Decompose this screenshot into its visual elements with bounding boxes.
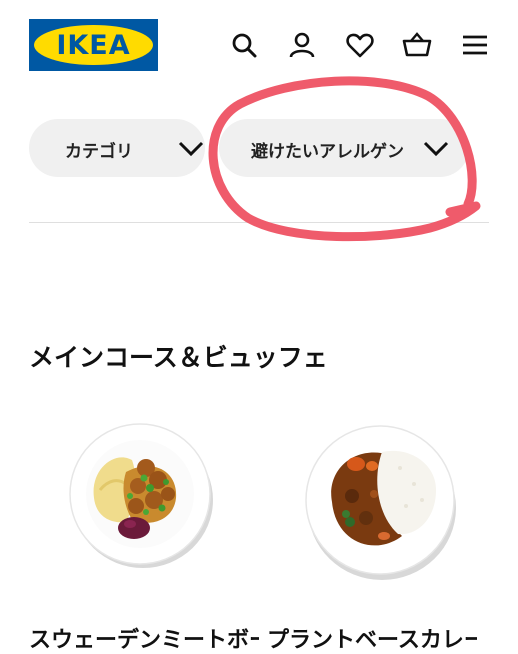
- category-filter-label: カテゴリ: [65, 142, 133, 162]
- product-image-meatballs[interactable]: [66, 420, 216, 570]
- category-filter-button[interactable]: カテゴリ: [29, 119, 205, 177]
- chevron-down-icon: [178, 141, 204, 157]
- heart-icon[interactable]: [345, 30, 375, 60]
- allergen-filter-button[interactable]: 避けたいアレルゲン: [219, 119, 469, 177]
- product-image-curry[interactable]: [302, 424, 458, 580]
- logo-text: IKEA: [56, 29, 131, 61]
- chevron-down-icon: [423, 141, 449, 157]
- basket-icon[interactable]: [402, 30, 432, 60]
- search-icon[interactable]: [229, 30, 259, 60]
- logo-oval: IKEA: [34, 25, 153, 65]
- allergen-filter-label: 避けたいアレルゲン: [251, 142, 404, 162]
- product-title-meatballs[interactable]: スウェーデンミートボール: [29, 622, 259, 654]
- product-title-curry[interactable]: プラントベースカレー: [267, 622, 477, 654]
- ikea-logo[interactable]: IKEA: [29, 19, 158, 71]
- divider: [29, 222, 489, 223]
- account-icon[interactable]: [287, 30, 317, 60]
- section-title: メインコース＆ビュッフェ: [29, 343, 328, 372]
- hamburger-menu-icon[interactable]: [460, 30, 490, 60]
